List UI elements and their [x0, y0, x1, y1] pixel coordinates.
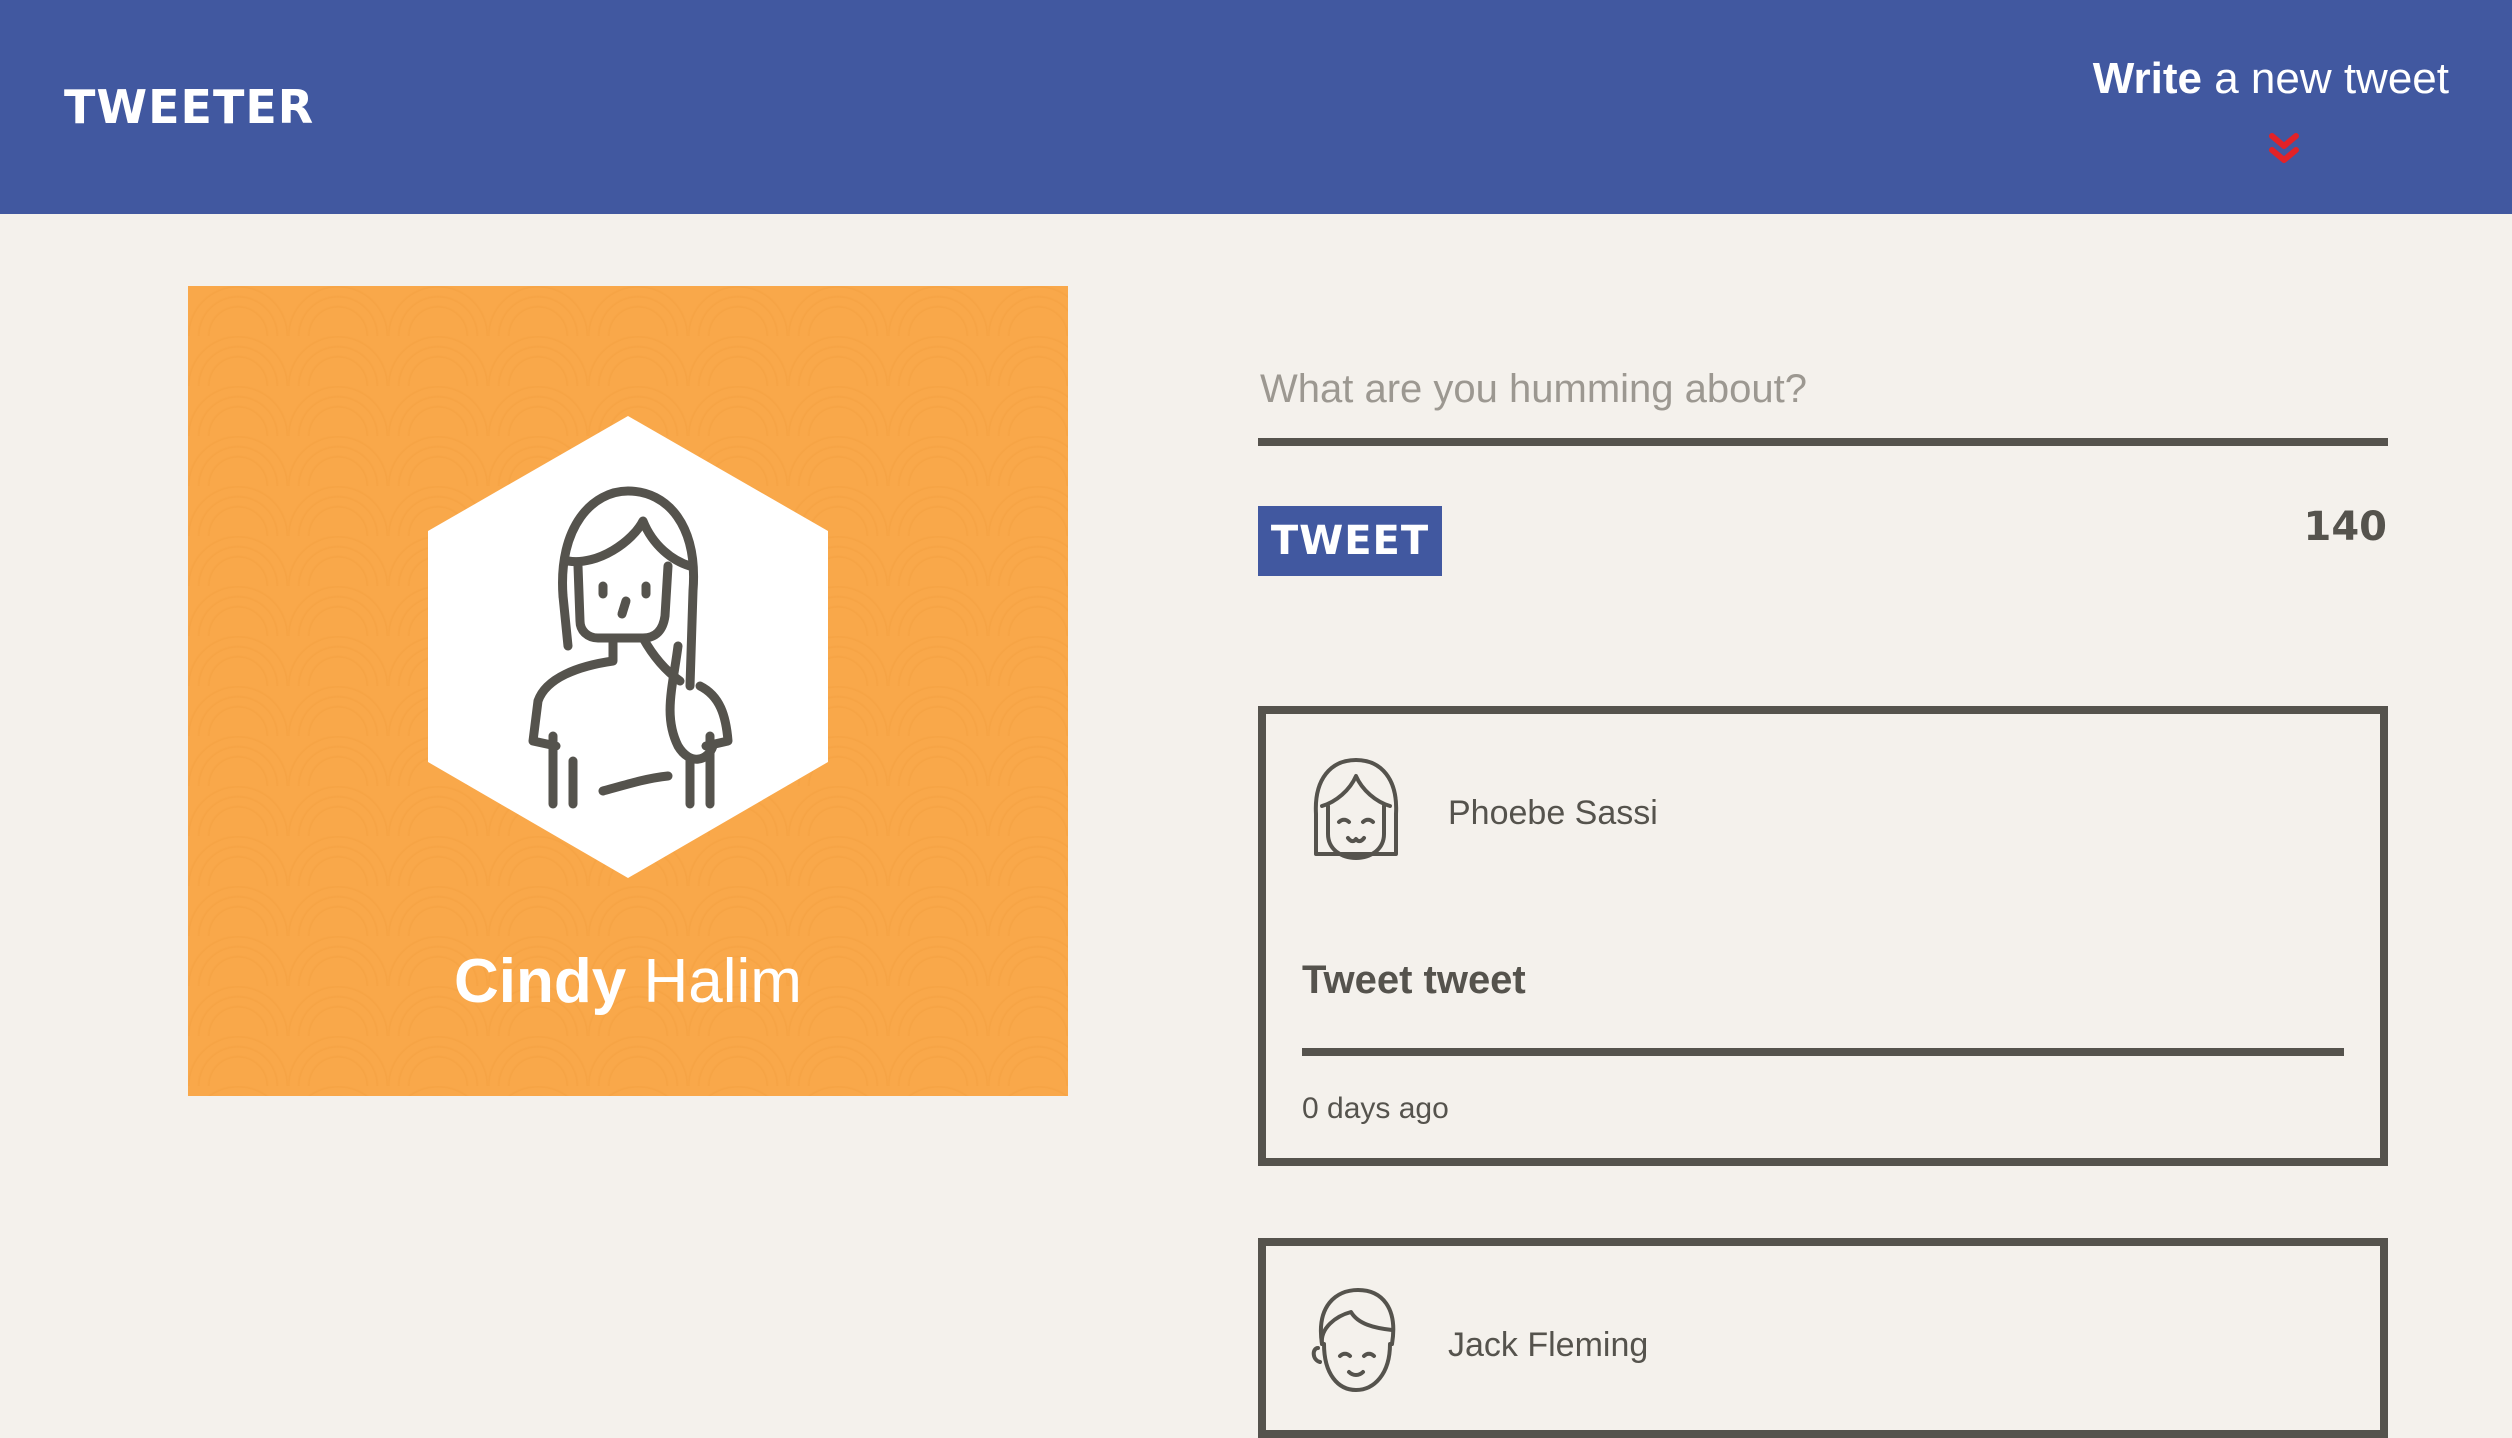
tweet-card: Phoebe Sassi Tweet tweet 0 days ago: [1258, 706, 2388, 1166]
write-new-tweet-bold: Write: [2092, 54, 2202, 103]
write-new-tweet-toggle[interactable]: Write a new tweet: [2049, 54, 2449, 174]
double-chevron-down-icon: [2269, 133, 2299, 163]
tweet-timestamp: 0 days ago: [1302, 1092, 1449, 1125]
tweet-author: Jack Fleming: [1448, 1326, 1649, 1364]
tweet-text: Tweet tweet: [1302, 958, 1526, 1002]
girl-avatar-icon: [1313, 758, 1399, 860]
woman-avatar-icon: [428, 416, 828, 878]
character-counter: 140: [2303, 504, 2388, 550]
tweet-compose-input[interactable]: [1258, 340, 2388, 446]
write-new-tweet-label: Write a new tweet: [2049, 54, 2449, 104]
top-nav-bar: TWEETER Write a new tweet: [0, 0, 2512, 214]
profile-name: Cindy Halim: [188, 946, 1068, 1017]
profile-card: Cindy Halim: [188, 286, 1068, 1096]
brand-logo[interactable]: TWEETER: [64, 80, 314, 134]
profile-first-name: Cindy: [454, 947, 627, 1016]
tweet-divider: [1302, 1048, 2344, 1056]
tweet-author: Phoebe Sassi: [1448, 794, 1658, 832]
profile-last-name: Halim: [643, 947, 802, 1016]
tweet-submit-button[interactable]: TWEET: [1258, 506, 1442, 576]
tweet-card: Jack Fleming: [1258, 1238, 2388, 1438]
boy-avatar-icon: [1311, 1288, 1396, 1392]
write-new-tweet-rest: a new tweet: [2201, 54, 2449, 103]
